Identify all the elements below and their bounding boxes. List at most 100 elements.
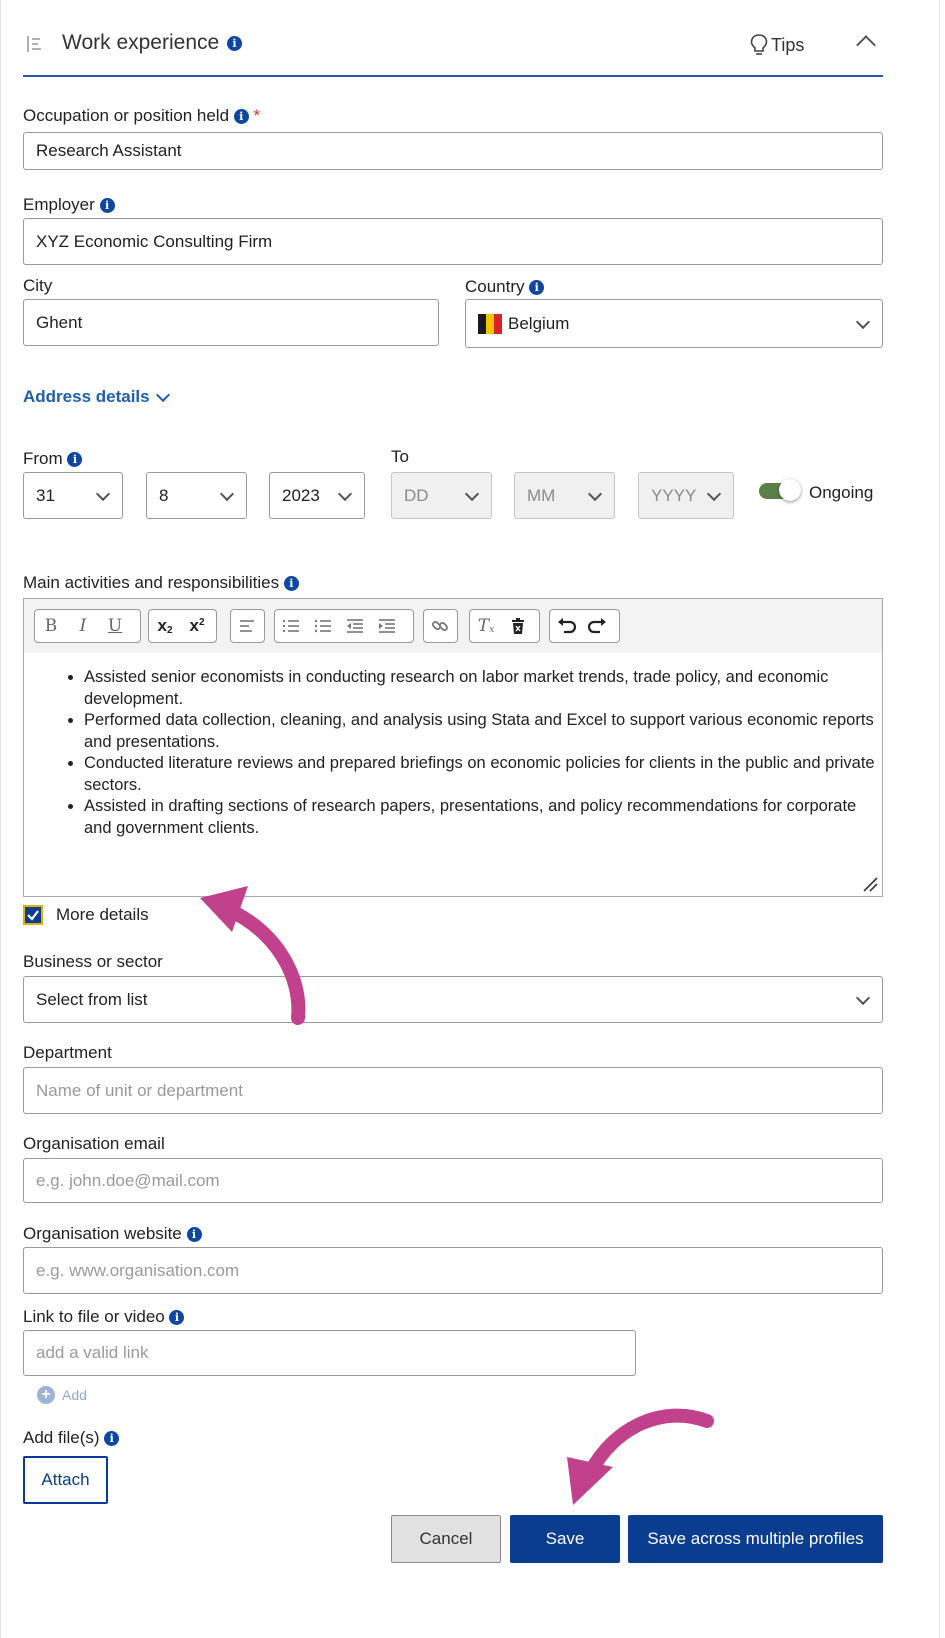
occupation-input[interactable]: Research Assistant	[23, 132, 883, 170]
add-link-label: Add	[62, 1387, 87, 1403]
to-year-value: YYYY	[651, 485, 697, 505]
list-item: Assisted in drafting sections of researc…	[84, 796, 882, 839]
info-icon[interactable]: i	[186, 1227, 202, 1243]
annotation-arrow-icon	[200, 886, 306, 1025]
list-item: Assisted senior economists in conducting…	[84, 667, 882, 710]
to-year-select[interactable]: YYYY	[638, 472, 734, 519]
resize-handle-icon[interactable]	[860, 874, 878, 892]
from-year-value: 2023	[282, 485, 320, 505]
attach-button[interactable]: Attach	[23, 1456, 108, 1504]
info-icon[interactable]: i	[169, 1310, 185, 1326]
annotation-arrow-icon	[567, 1408, 714, 1505]
drag-handle-icon[interactable]	[25, 34, 43, 54]
required-mark: *	[253, 106, 261, 125]
to-label: To	[391, 447, 409, 466]
more-details-checkbox[interactable]	[23, 905, 43, 925]
to-month-value: MM	[527, 485, 556, 505]
address-details-label: Address details	[23, 387, 150, 406]
files-label: Add file(s) i	[23, 1428, 120, 1448]
info-icon[interactable]: i	[529, 280, 545, 296]
header-divider	[23, 75, 883, 77]
save-across-profiles-button[interactable]: Save across multiple profiles	[628, 1515, 883, 1563]
info-icon[interactable]: i	[227, 36, 242, 51]
list-item: Performed data collection, cleaning, and…	[84, 710, 882, 753]
list-item: Conducted literature reviews and prepare…	[84, 753, 882, 796]
editor-toolbar: B I U x2 x2 T x	[23, 598, 883, 654]
chevron-down-icon	[706, 486, 722, 501]
belgium-flag-icon	[478, 313, 502, 334]
activities-label: Main activities and responsibilities i	[23, 573, 299, 593]
info-icon[interactable]: i	[99, 198, 115, 214]
tips-button[interactable]: Tips	[749, 33, 804, 57]
ongoing-label: Ongoing	[809, 483, 874, 502]
chevron-down-icon	[855, 990, 871, 1005]
org-email-input[interactable]: e.g. john.doe@mail.com	[23, 1158, 883, 1203]
outdent-icon[interactable]	[339, 611, 371, 641]
business-select[interactable]: Select from list	[23, 976, 883, 1023]
undo-icon[interactable]	[550, 611, 582, 641]
chevron-down-icon	[219, 486, 235, 501]
save-label: Save	[545, 1529, 585, 1548]
cancel-button[interactable]: Cancel	[391, 1515, 501, 1563]
activities-editor[interactable]: Assisted senior economists in conducting…	[23, 653, 883, 897]
info-icon[interactable]: i	[283, 576, 299, 592]
info-icon[interactable]: i	[104, 1431, 120, 1447]
trash-icon[interactable]	[502, 611, 534, 641]
from-day-select[interactable]: 31	[23, 472, 123, 519]
employer-input[interactable]: XYZ Economic Consulting Firm	[23, 218, 883, 265]
numbered-list-icon[interactable]	[275, 611, 307, 641]
collapse-chevron-icon[interactable]	[856, 35, 876, 55]
org-email-placeholder: e.g. john.doe@mail.com	[36, 1170, 220, 1190]
link-input[interactable]: add a valid link	[23, 1330, 636, 1376]
business-value: Select from list	[36, 989, 148, 1009]
address-details-toggle[interactable]: Address details	[23, 387, 170, 407]
city-input[interactable]: Ghent	[23, 299, 439, 346]
align-left-icon[interactable]	[231, 611, 263, 641]
history-group	[549, 609, 620, 643]
info-icon[interactable]: i	[233, 109, 249, 125]
script-group: x2 x2	[148, 609, 217, 643]
tips-label: Tips	[771, 34, 805, 55]
add-link-button[interactable]: + Add	[37, 1386, 87, 1404]
org-email-label: Organisation email	[23, 1134, 165, 1153]
ongoing-toggle-knob[interactable]	[779, 479, 801, 501]
chevron-down-icon	[155, 387, 170, 403]
from-month-select[interactable]: 8	[146, 472, 247, 519]
clear-format-icon[interactable]: Tx	[470, 611, 502, 641]
occupation-label: Occupation or position held i *	[23, 106, 261, 125]
indent-icon[interactable]	[371, 611, 403, 641]
country-label: Country i	[465, 277, 545, 297]
activities-list: Assisted senior economists in conducting…	[24, 667, 882, 839]
save-button[interactable]: Save	[510, 1515, 620, 1563]
from-year-select[interactable]: 2023	[269, 472, 365, 519]
subscript-icon[interactable]: x2	[149, 611, 181, 641]
country-select[interactable]: Belgium	[465, 299, 883, 348]
info-icon[interactable]: i	[67, 452, 83, 468]
align-group	[230, 609, 265, 643]
chevron-down-icon	[855, 314, 871, 329]
org-website-label: Organisation website i	[23, 1224, 202, 1244]
to-month-select[interactable]: MM	[514, 472, 615, 519]
org-website-input[interactable]: e.g. www.organisation.com	[23, 1247, 883, 1294]
link-icon[interactable]	[424, 611, 456, 641]
italic-icon[interactable]: I	[67, 611, 99, 641]
country-value: Belgium	[508, 313, 570, 333]
link-placeholder: add a valid link	[36, 1343, 149, 1362]
occupation-value: Research Assistant	[36, 141, 182, 160]
superscript-icon[interactable]: x2	[181, 611, 213, 641]
employer-label: Employer i	[23, 195, 115, 215]
from-month-value: 8	[159, 485, 169, 505]
department-input[interactable]: Name of unit or department	[23, 1067, 883, 1114]
city-value: Ghent	[36, 312, 83, 332]
chevron-down-icon	[587, 486, 603, 501]
bold-icon[interactable]: B	[35, 611, 67, 641]
link-group	[423, 609, 458, 643]
to-day-select[interactable]: DD	[391, 472, 492, 519]
redo-icon[interactable]	[582, 611, 614, 641]
lightbulb-icon	[750, 34, 768, 55]
chevron-down-icon	[95, 486, 111, 501]
save-multi-label: Save across multiple profiles	[647, 1529, 864, 1548]
list-group	[274, 609, 414, 643]
underline-icon[interactable]: U	[99, 611, 131, 641]
bullet-list-icon[interactable]	[307, 611, 339, 641]
